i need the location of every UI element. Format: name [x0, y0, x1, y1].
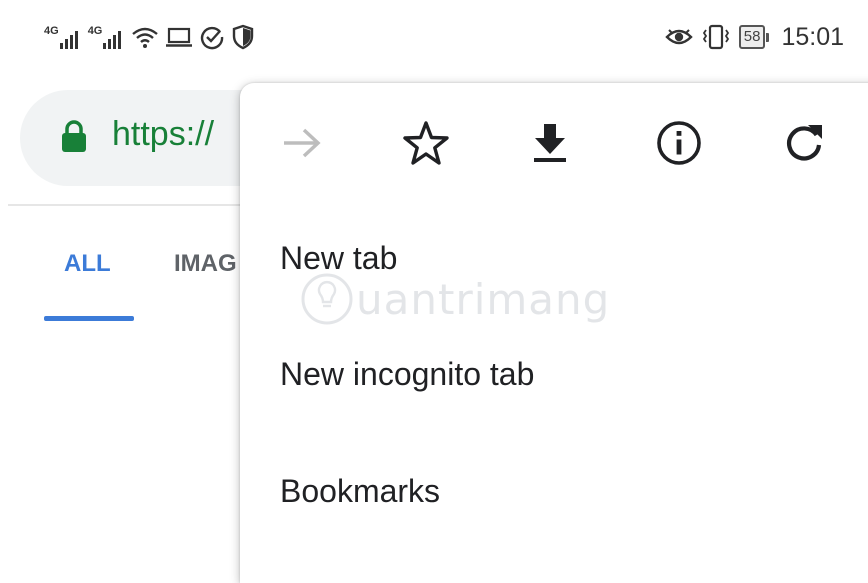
tab-all[interactable]: ALL: [64, 250, 111, 278]
status-left-icons: 4G 4G: [44, 22, 255, 52]
signal-icon: 4G: [44, 25, 78, 49]
eye-icon: [665, 29, 693, 45]
bookmark-star-button[interactable]: [398, 115, 454, 171]
menu-item-bookmarks[interactable]: Bookmarks: [280, 473, 440, 510]
status-bar: 4G 4G 58 15:01: [0, 0, 868, 72]
battery-level: 58: [738, 25, 766, 49]
info-icon: [657, 121, 701, 165]
download-icon: [534, 124, 566, 162]
menu-item-new-tab[interactable]: New tab: [280, 240, 397, 277]
check-circle-icon: [201, 26, 224, 50]
tab-indicator: [44, 316, 134, 321]
refresh-icon: [786, 125, 822, 161]
tab-images[interactable]: IMAG: [174, 250, 237, 278]
page-info-button[interactable]: [651, 115, 707, 171]
forward-button[interactable]: [274, 115, 330, 171]
toolbar-divider: [8, 204, 248, 206]
network-type-label: 4G: [87, 25, 103, 37]
refresh-button[interactable]: [776, 115, 832, 171]
url-text[interactable]: https://: [112, 115, 214, 154]
overflow-menu: New tab New incognito tab Bookmarks: [240, 83, 868, 583]
clock: 15:01: [781, 22, 844, 51]
network-type-label: 4G: [44, 25, 59, 37]
download-button[interactable]: [522, 115, 578, 171]
battery-icon: 58: [738, 25, 770, 49]
shield-icon: [233, 24, 254, 50]
star-icon: [403, 121, 449, 165]
signal-icon: 4G: [88, 25, 122, 49]
status-right-icons: 58 15:01: [665, 22, 844, 52]
vibrate-icon: [702, 24, 729, 50]
laptop-icon: [166, 27, 193, 47]
lock-icon: [62, 120, 86, 152]
wifi-icon: [132, 27, 159, 48]
forward-icon: [284, 128, 321, 158]
menu-item-new-incognito-tab[interactable]: New incognito tab: [280, 356, 534, 393]
